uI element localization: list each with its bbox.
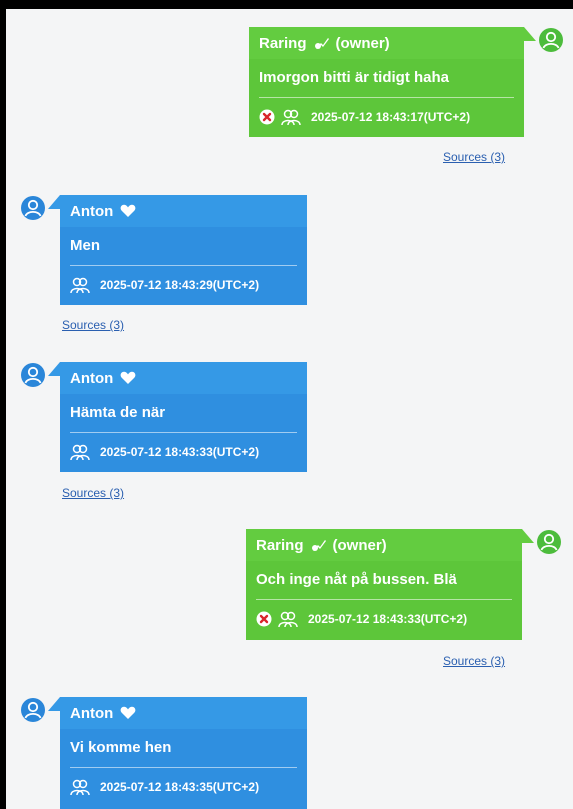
message-footer: 2025-07-12 18:43:29(UTC+2) — [60, 266, 307, 304]
sources-link[interactable]: Sources (3) — [443, 150, 505, 164]
message-header: Anton — [60, 362, 307, 394]
message-text: Vi komme hen — [70, 738, 172, 756]
timestamp: 2025-07-12 18:43:29(UTC+2) — [100, 278, 260, 292]
x-circle-icon[interactable] — [259, 109, 275, 125]
sender-name: Raring — [256, 536, 304, 554]
message-text: Hämta de när — [70, 403, 166, 421]
message-footer: 2025-07-12 18:43:35(UTC+2) — [60, 768, 307, 806]
bubble-tail — [524, 27, 536, 41]
message-footer: 2025-07-12 18:43:33(UTC+2) — [246, 600, 522, 638]
avatar[interactable] — [537, 530, 561, 554]
message-header: Anton — [60, 195, 307, 227]
avatar[interactable] — [539, 28, 563, 52]
bubble-tail — [522, 529, 534, 543]
message-bubble: Anton Vi komme hen 2025-07-12 18:43:35(U… — [60, 697, 307, 809]
bubble-tail — [48, 195, 60, 209]
owner-badge-icon — [311, 538, 327, 552]
bubble-tail — [48, 697, 60, 711]
user-icon — [542, 31, 560, 49]
avatar[interactable] — [21, 363, 45, 387]
message-header: Raring (owner) — [249, 27, 524, 59]
timestamp: 2025-07-12 18:43:17(UTC+2) — [311, 110, 471, 124]
x-circle-icon[interactable] — [256, 611, 272, 627]
user-icon — [24, 366, 42, 384]
sources-link[interactable]: Sources (3) — [62, 486, 124, 500]
message-header: Raring (owner) — [246, 529, 522, 561]
sender-name: Anton — [70, 704, 114, 722]
message-text: Men — [70, 236, 100, 254]
timestamp: 2025-07-12 18:43:35(UTC+2) — [100, 780, 260, 794]
chat-panel: Raring (owner) Imorgon bitti är tidigt h… — [6, 9, 573, 809]
message-header: Anton — [60, 697, 307, 729]
timestamp: 2025-07-12 18:43:33(UTC+2) — [308, 612, 468, 626]
user-icon — [24, 199, 42, 217]
owner-tag: (owner) — [335, 34, 390, 52]
message-bubble: Anton Hämta de när 2025-07-12 18:43:33(U… — [60, 362, 307, 472]
avatar[interactable] — [21, 698, 45, 722]
owner-tag: (owner) — [332, 536, 387, 554]
user-icon — [540, 533, 558, 551]
avatar[interactable] — [21, 196, 45, 220]
participants-icon — [281, 108, 301, 126]
owner-badge-icon — [314, 36, 330, 50]
sources-link[interactable]: Sources (3) — [62, 318, 124, 332]
message-footer: 2025-07-12 18:43:17(UTC+2) — [249, 98, 524, 136]
timestamp: 2025-07-12 18:43:33(UTC+2) — [100, 445, 260, 459]
message-footer: 2025-07-12 18:43:33(UTC+2) — [60, 433, 307, 471]
message-bubble: Anton Men 2025-07-12 18:43:29(UTC+2) — [60, 195, 307, 305]
sources-link[interactable]: Sources (3) — [443, 654, 505, 668]
heart-icon — [120, 706, 136, 720]
sender-name: Raring — [259, 34, 307, 52]
heart-icon — [120, 204, 136, 218]
message-bubble: Raring (owner) Och inge nåt på bussen. B… — [246, 529, 522, 640]
user-icon — [24, 701, 42, 719]
message-text: Och inge nåt på bussen. Blä — [256, 570, 457, 588]
participants-icon — [70, 778, 90, 796]
participants-icon — [70, 443, 90, 461]
heart-icon — [120, 371, 136, 385]
bubble-tail — [48, 362, 60, 376]
participants-icon — [278, 610, 298, 628]
participants-icon — [70, 276, 90, 294]
message-text: Imorgon bitti är tidigt haha — [259, 68, 449, 86]
sender-name: Anton — [70, 202, 114, 220]
message-bubble: Raring (owner) Imorgon bitti är tidigt h… — [249, 27, 524, 137]
sender-name: Anton — [70, 369, 114, 387]
